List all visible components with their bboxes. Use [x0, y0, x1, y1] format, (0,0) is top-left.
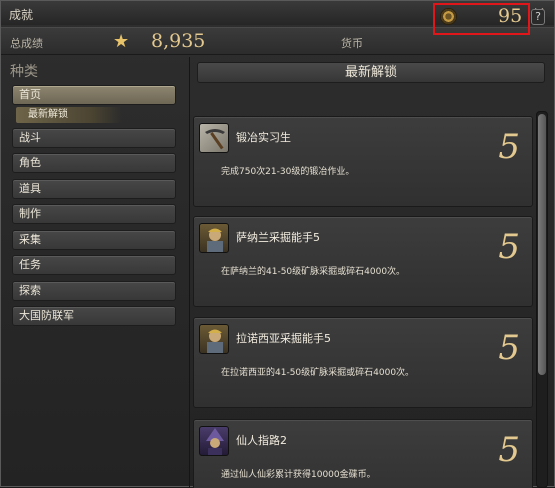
- achievement-card[interactable]: 仙人指路2 通过仙人仙彩累计获得10000金碟币。 5: [193, 419, 533, 488]
- sidebar-item-character[interactable]: 角色: [12, 153, 176, 173]
- achievement-list: 锻冶实习生 完成750次21-30级的锻冶作业。 5 萨纳兰采掘能手5 在萨纳兰…: [193, 111, 533, 488]
- coin-icon: [440, 8, 457, 25]
- achievement-card[interactable]: 锻冶实习生 完成750次21-30级的锻冶作业。 5: [193, 116, 533, 207]
- miner-icon: [199, 324, 229, 354]
- sidebar-item-grand-company[interactable]: 大国防联军: [12, 306, 176, 326]
- achievement-name: 拉诺西亚采掘能手5: [236, 332, 331, 345]
- total-score-label: 总成绩: [10, 37, 43, 50]
- help-icon[interactable]: ?: [531, 9, 545, 25]
- sidebar-item-battle[interactable]: 战斗: [12, 128, 176, 148]
- category-heading: 种类: [10, 64, 38, 80]
- achievement-description: 在拉诺西亚的41-50级矿脉采掘或碎石4000次。: [221, 368, 415, 378]
- achievement-name: 萨纳兰采掘能手5: [236, 231, 320, 244]
- achievement-points: 5: [498, 430, 520, 470]
- scrollbar[interactable]: [536, 111, 548, 488]
- panel-divider: [189, 57, 190, 488]
- achievement-name: 仙人指路2: [236, 434, 287, 447]
- window-title: 成就: [9, 8, 34, 22]
- total-score-value: 8,935: [151, 30, 206, 52]
- sidebar-item-items[interactable]: 道具: [12, 179, 176, 199]
- achievement-name: 锻冶实习生: [236, 131, 291, 144]
- achievement-points: 5: [498, 227, 520, 267]
- recent-unlocks-header: 最新解锁: [197, 62, 545, 83]
- currency-value: 95: [498, 5, 523, 27]
- achievement-card[interactable]: 拉诺西亚采掘能手5 在拉诺西亚的41-50级矿脉采掘或碎石4000次。 5: [193, 317, 533, 408]
- currency-label: 货币: [341, 37, 363, 50]
- sidebar-item-quests[interactable]: 任务: [12, 255, 176, 275]
- star-icon: ★: [113, 31, 130, 52]
- achievement-card[interactable]: 萨纳兰采掘能手5 在萨纳兰的41-50级矿脉采掘或碎石4000次。 5: [193, 216, 533, 307]
- achievement-description: 在萨纳兰的41-50级矿脉采掘或碎石4000次。: [221, 267, 406, 277]
- achievement-description: 通过仙人仙彩累计获得10000金碟币。: [221, 470, 376, 480]
- sidebar-item-gathering[interactable]: 采集: [12, 230, 176, 250]
- achievement-points: 5: [498, 127, 520, 167]
- sidebar-item-home[interactable]: 首页: [12, 85, 176, 105]
- miner-icon: [199, 223, 229, 253]
- sidebar-item-exploration[interactable]: 探索: [12, 281, 176, 301]
- achievements-window: 成就 ✕ 总成绩 ★ 8,935 货币 95 ? 种类 首页 最新解锁 战斗 角…: [0, 0, 555, 488]
- sidebar-subitem-recent[interactable]: 最新解锁: [16, 107, 122, 123]
- sidebar-item-crafting[interactable]: 制作: [12, 204, 176, 224]
- achievement-points: 5: [498, 328, 520, 368]
- mage-icon: [199, 426, 229, 456]
- pickaxe-icon: [199, 123, 229, 153]
- scroll-thumb[interactable]: [538, 114, 546, 375]
- achievement-description: 完成750次21-30级的锻冶作业。: [221, 167, 355, 177]
